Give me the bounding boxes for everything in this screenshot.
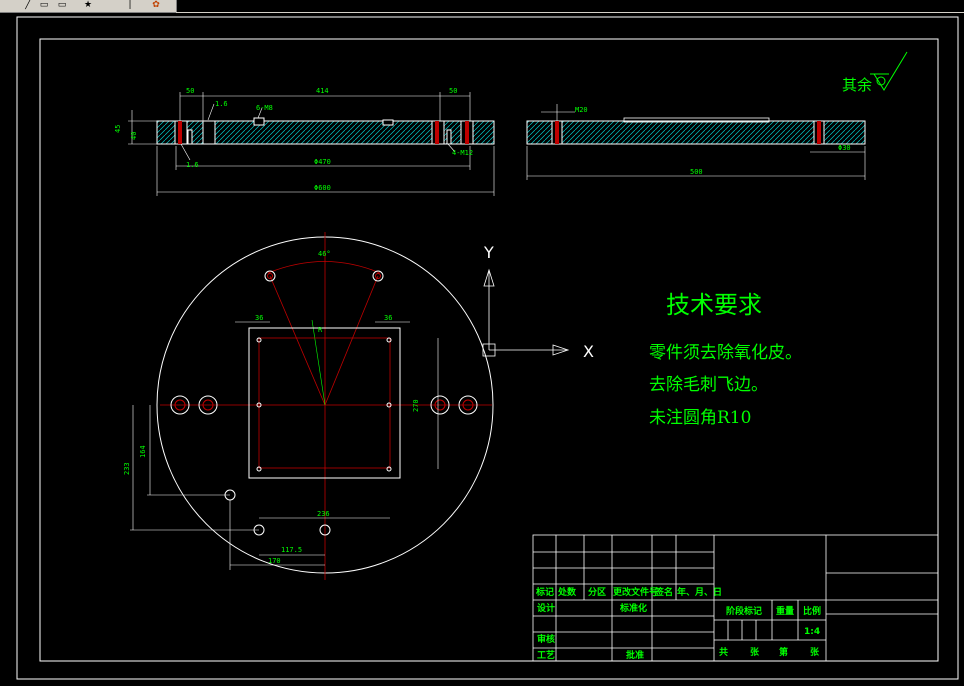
tb-scale: 比例: [803, 605, 821, 617]
dim-40: 40: [130, 132, 138, 140]
tech-title: 技术要求: [666, 291, 762, 319]
roughness-symbol: [870, 51, 908, 91]
tb-mark: 标记: [535, 586, 554, 598]
axis-y-label: Y: [483, 243, 494, 262]
tb-design: 设计: [537, 602, 555, 614]
dim-117-5: 117.5: [281, 546, 302, 554]
dim-50-right: 50: [449, 87, 457, 95]
dim-170: 170: [268, 557, 281, 565]
dim-36-left: 36: [255, 314, 263, 322]
title-block: [532, 534, 939, 662]
outer-frame: [16, 16, 959, 680]
dim-414: 414: [316, 87, 329, 95]
tb-sheet: 张: [750, 646, 760, 658]
tb-zone: 分区: [588, 586, 606, 598]
tb-signature: 签名: [654, 586, 673, 598]
cad-drawing[interactable]: 其余 50 414 50 1.6 6-M8 Φ470 Φ600 4-M12 45…: [0, 0, 964, 686]
section-view-left: [128, 92, 495, 196]
tech-line-3: 未注圆角R10: [649, 408, 751, 428]
tb-date: 年、月、日: [677, 586, 722, 598]
dim-500: 500: [690, 168, 703, 176]
dim-36-right: 36: [384, 314, 392, 322]
tech-line-2: 去除毛刺飞边。: [649, 375, 768, 395]
dim-164: 164: [139, 445, 147, 458]
ucs-icon: [482, 268, 570, 357]
tb-stage-mark: 阶段标记: [726, 605, 762, 617]
tb-weight: 重量: [776, 605, 794, 617]
dim-1-6-top: 1.6: [215, 100, 228, 108]
dim-phi-30: Φ30: [838, 144, 851, 152]
tb-total: 共: [719, 646, 728, 658]
dim-phi-470: Φ470: [314, 158, 331, 166]
tb-process: 工艺: [537, 649, 555, 661]
tb-page: 第: [779, 646, 788, 658]
dim-270: 270: [412, 399, 420, 412]
tb-change-doc: 更改文件号: [613, 586, 658, 598]
tb-review: 审核: [537, 633, 555, 645]
dim-50-left: 50: [186, 87, 194, 95]
tb-scale-value: 1:4: [804, 627, 820, 637]
dim-phi-600: Φ600: [314, 184, 331, 192]
dim-4-m12: 4-M12: [452, 149, 473, 157]
dim-233: 233: [123, 462, 131, 475]
axis-x-label: X: [583, 342, 594, 361]
plan-view: [130, 232, 494, 580]
dim-45: 45: [114, 125, 122, 133]
dim-radius: R: [318, 326, 323, 334]
dim-46-degrees: 46°: [318, 250, 331, 258]
dim-m20: M20: [575, 106, 588, 114]
tb-count: 处数: [557, 586, 577, 598]
tb-standardize: 标准化: [619, 602, 647, 614]
dim-6-m8: 6-M8: [256, 104, 273, 112]
roughness-note: 其余: [842, 76, 872, 94]
tb-sheet-2: 张: [810, 646, 820, 658]
tb-approve: 批准: [626, 649, 644, 661]
dim-236: 236: [317, 510, 330, 518]
dim-1-6-bottom: 1.6: [186, 161, 199, 169]
tech-line-1: 零件须去除氧化皮。: [649, 343, 802, 363]
